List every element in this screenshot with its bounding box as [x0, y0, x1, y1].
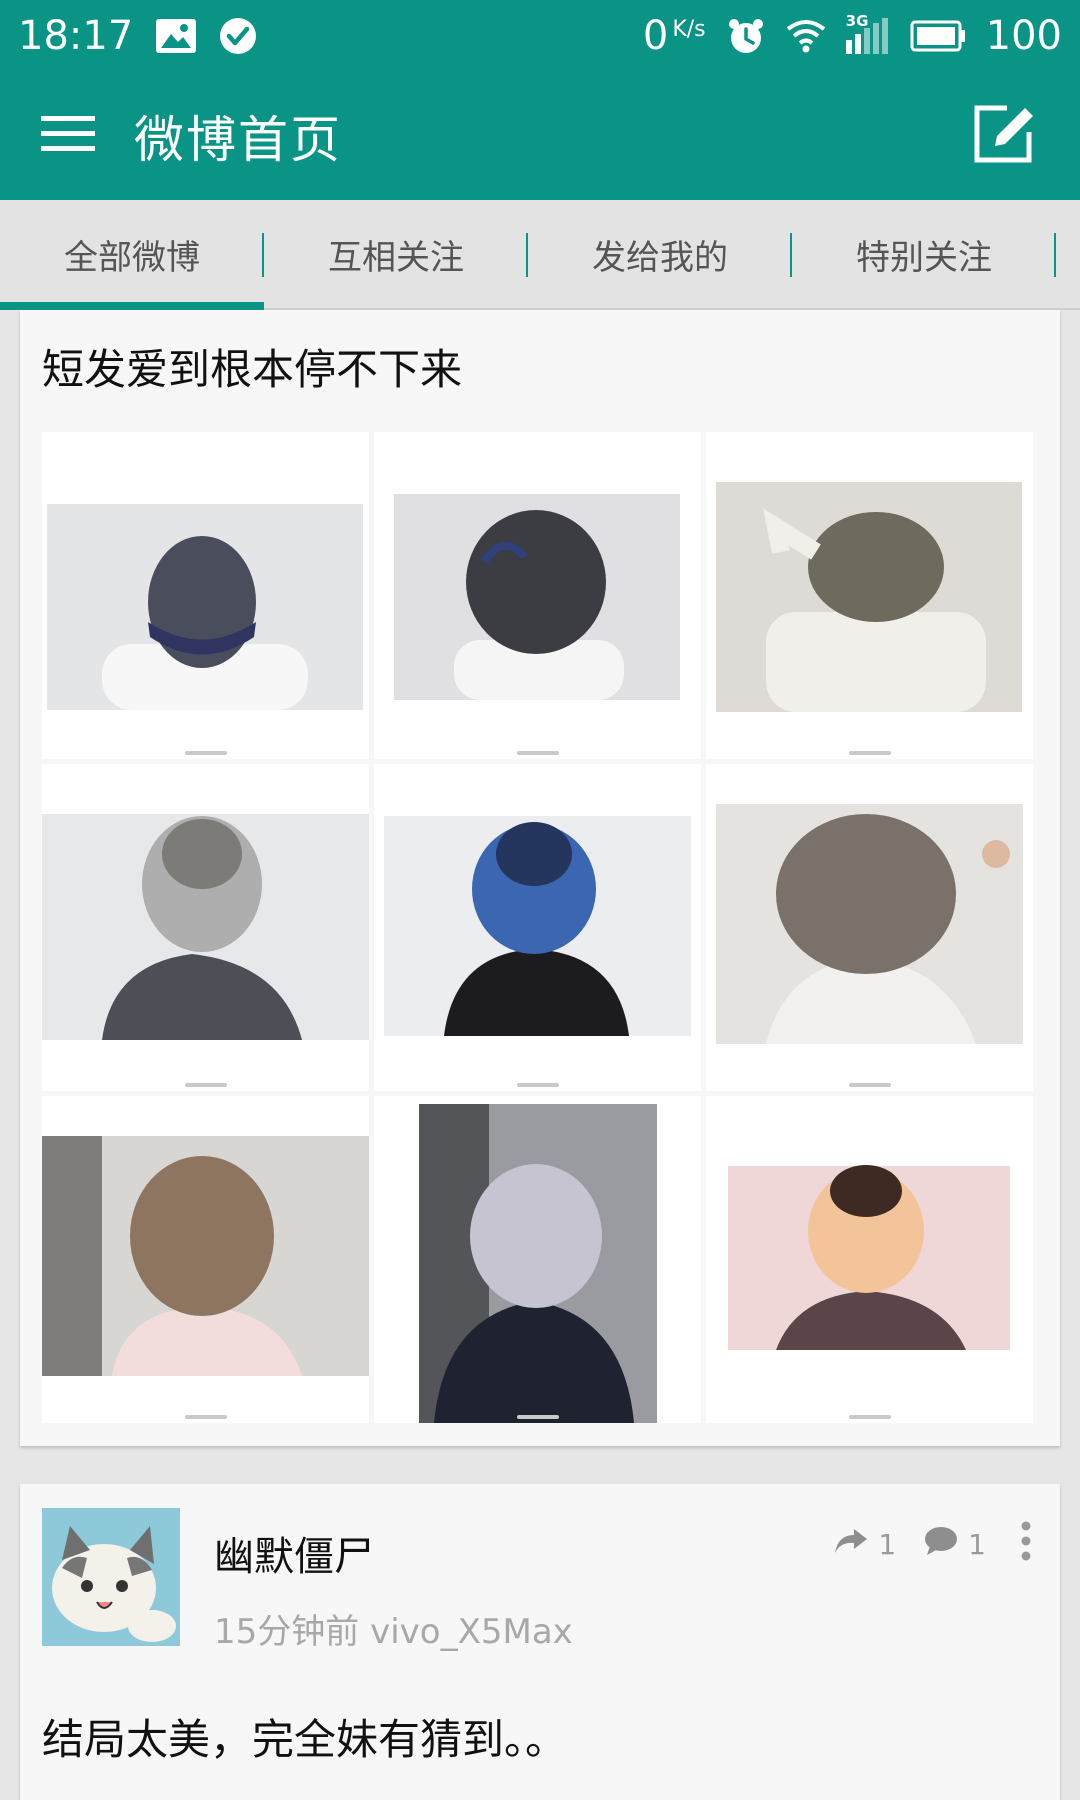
tab-sent-to-me[interactable]: 发给我的 — [528, 200, 792, 308]
short-hair-photo-3[interactable] — [706, 432, 1033, 759]
repost-icon — [834, 1527, 868, 1562]
post-time: 15分钟前 — [214, 1612, 360, 1652]
watermark — [848, 751, 891, 755]
alarm-icon — [726, 16, 766, 56]
wifi-icon — [786, 19, 826, 53]
post-card[interactable]: 短发爱到根本停不下来 — [20, 310, 1060, 1446]
watermark — [848, 1415, 891, 1419]
speed-value: 0 — [642, 13, 669, 59]
short-hair-photo-1[interactable] — [42, 432, 369, 759]
battery-icon — [910, 20, 966, 52]
watermark — [184, 1415, 227, 1419]
compose-button[interactable] — [968, 100, 1040, 172]
speed-unit: K/s — [672, 17, 706, 42]
tab-mutual-follow[interactable]: 互相关注 — [264, 200, 528, 308]
post-source: vivo_X5Max — [370, 1612, 573, 1652]
compose-icon — [971, 102, 1037, 170]
tab-all-weibo[interactable]: 全部微博 — [0, 200, 264, 310]
post-actions: 1 1 — [834, 1520, 1040, 1568]
signal-icon: 3G — [845, 12, 890, 54]
post-text: 结局太美，完全妹有猜到。。 — [42, 1715, 568, 1764]
tab-special-follow[interactable]: 特别关注 — [792, 200, 1056, 308]
post-text: 短发爱到根本停不下来 — [42, 345, 463, 394]
battery-level: 100 — [985, 13, 1062, 59]
repost-count: 1 — [878, 1527, 897, 1561]
tab-label: 互相关注 — [328, 237, 464, 278]
network-type: 3G — [845, 12, 869, 30]
more-options-button[interactable] — [1012, 1520, 1040, 1568]
post-meta: 15分钟前 vivo_X5Max — [214, 1604, 573, 1653]
check-circle-icon — [219, 17, 257, 55]
post-card[interactable]: 幽默僵尸 15分钟前 vivo_X5Max 1 1 结局太美，完全妹有猜到。。 — [20, 1484, 1060, 1800]
watermark — [184, 751, 227, 755]
watermark — [184, 1083, 227, 1087]
status-bar: 18:17 0 K/s 3G 100 — [0, 0, 1080, 72]
tab-label: 全部微博 — [64, 237, 200, 278]
short-hair-photo-9[interactable] — [706, 1096, 1033, 1423]
image-icon — [155, 18, 197, 54]
short-hair-photo-4[interactable] — [42, 764, 369, 1091]
short-hair-photo-8[interactable] — [374, 1096, 701, 1423]
watermark — [516, 1415, 559, 1419]
app-bar: 微博首页 — [0, 72, 1080, 200]
avatar[interactable] — [42, 1508, 180, 1646]
feed[interactable]: 短发爱到根本停不下来 幽默僵尸 15分钟前 vivo_X5Max 1 1 结局太… — [0, 310, 1080, 1800]
short-hair-photo-7[interactable] — [42, 1096, 369, 1423]
page-title: 微博首页 — [134, 111, 342, 169]
more-vert-icon — [1021, 1521, 1031, 1568]
short-hair-photo-5[interactable] — [374, 764, 701, 1091]
menu-icon — [41, 114, 95, 158]
short-hair-photo-2[interactable] — [374, 432, 701, 759]
status-time: 18:17 — [18, 13, 134, 59]
repost-button[interactable]: 1 — [834, 1527, 896, 1562]
cartoon-cat-avatar — [42, 1508, 180, 1646]
menu-button[interactable] — [40, 108, 96, 164]
comment-count: 1 — [968, 1527, 986, 1561]
watermark — [848, 1083, 891, 1087]
tab-bar: 全部微博 互相关注 发给我的 特别关注 — [0, 200, 1080, 310]
tab-divider — [1054, 233, 1056, 277]
comment-icon — [924, 1526, 958, 1563]
tab-label: 特别关注 — [856, 237, 992, 278]
short-hair-photo-6[interactable] — [706, 764, 1033, 1091]
watermark — [516, 1083, 559, 1087]
network-speed: 0 K/s — [643, 13, 706, 59]
comment-button[interactable]: 1 — [924, 1526, 986, 1563]
username[interactable]: 幽默僵尸 — [214, 1524, 374, 1582]
watermark — [516, 751, 559, 755]
image-grid — [42, 432, 1033, 1432]
tab-label: 发给我的 — [592, 237, 728, 278]
